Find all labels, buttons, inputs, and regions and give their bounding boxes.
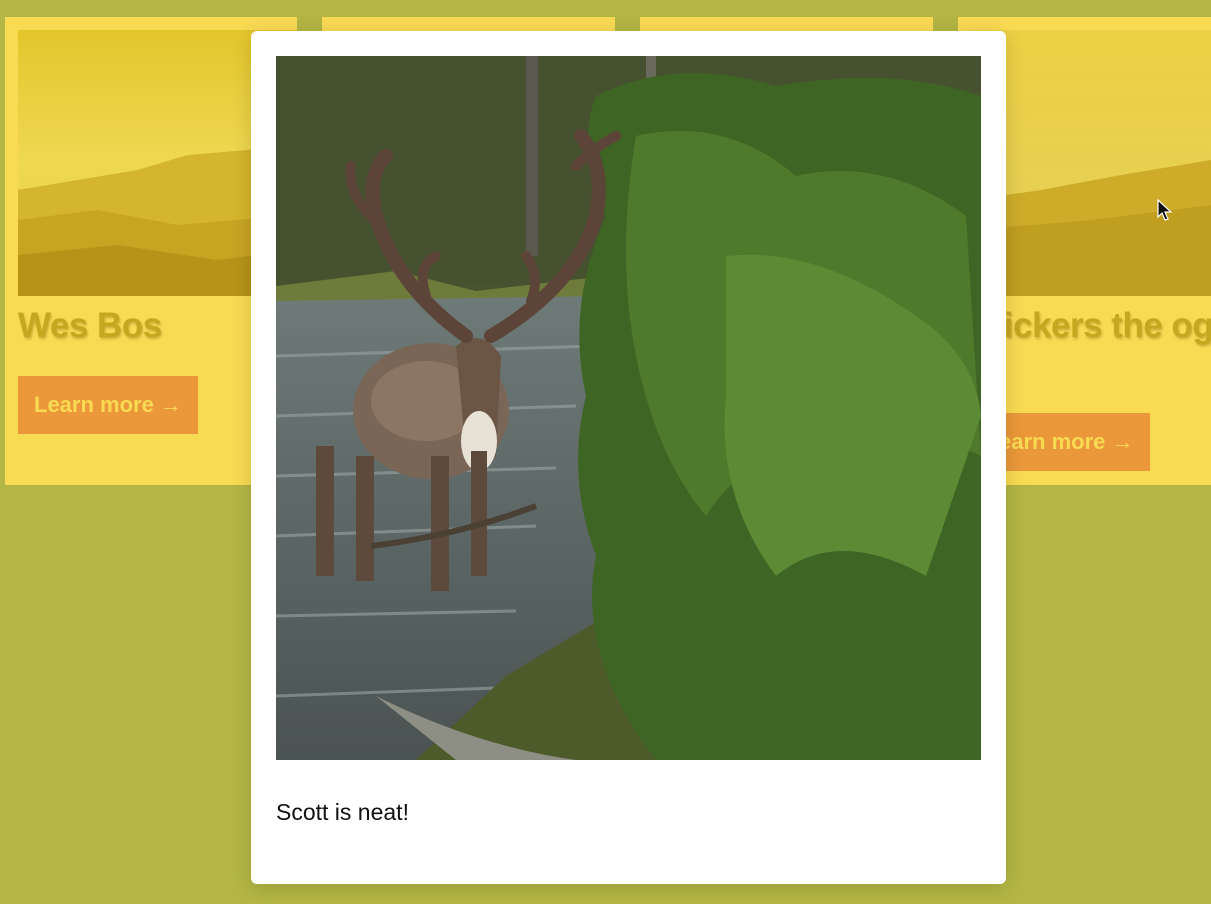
learn-more-button[interactable]: earn more → [983, 413, 1150, 471]
learn-more-button[interactable]: Learn more → [18, 376, 198, 434]
card-title: Wes Bos [18, 306, 162, 345]
reindeer-photo [276, 56, 981, 760]
modal-caption: Scott is neat! [276, 799, 409, 825]
image-modal: Scott is neat! [251, 31, 1006, 884]
card-landscape-image [971, 30, 1211, 296]
mouse-pointer-icon [1157, 198, 1173, 223]
card-title: nickers the og [983, 306, 1211, 345]
